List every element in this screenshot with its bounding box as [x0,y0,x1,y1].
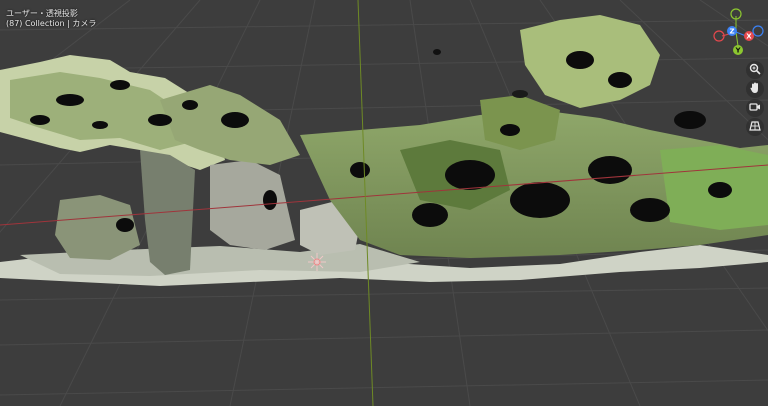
perspective-toggle-button[interactable] [746,118,764,136]
gizmo-z-label: Z [729,28,734,36]
3d-viewport[interactable]: Z X Y [0,0,768,406]
zoom-icon [748,61,762,80]
camera-view-icon [748,99,762,118]
frame-collection-label: (87) Collection | カメラ [6,19,97,28]
pan-button[interactable] [746,80,764,98]
gizmo-y-label: Y [734,47,741,55]
perspective-grid-icon [748,118,762,137]
navigation-gizmo[interactable]: Z X Y [713,8,764,55]
gizmo-x-label: X [746,33,752,41]
camera-view-button[interactable] [746,99,764,117]
hand-pan-icon [748,80,762,99]
zoom-button[interactable] [746,61,764,79]
gizmo-neg-z-ball[interactable] [752,25,764,37]
point-cloud-mesh[interactable] [0,15,768,286]
